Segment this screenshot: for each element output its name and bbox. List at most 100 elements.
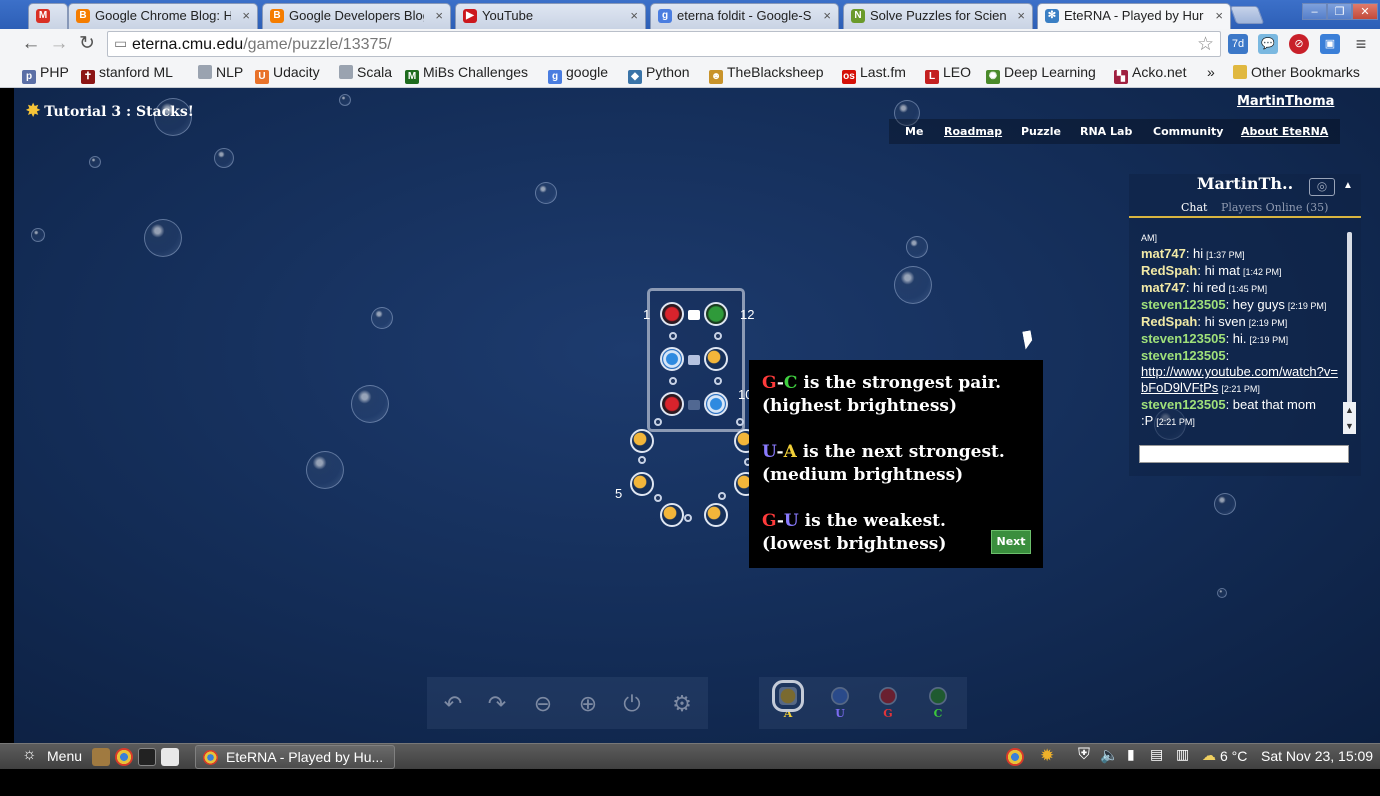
tab-players-online[interactable]: Players Online (35) — [1221, 201, 1328, 214]
menu-icon[interactable]: ≡ — [1351, 34, 1371, 54]
adblock-extension-icon[interactable]: ⊘ — [1289, 34, 1309, 54]
address-bar[interactable]: ▭ eterna.cmu.edu/game/puzzle/13375/ ☆ — [107, 31, 1221, 57]
nav-me[interactable]: Me — [905, 125, 923, 138]
bookmark-leo[interactable]: L LEO — [925, 64, 971, 84]
chat-author[interactable]: steven123505 — [1141, 397, 1226, 412]
chat-author[interactable]: RedSpah — [1141, 263, 1197, 278]
nav-about-eterna[interactable]: About EteRNA — [1241, 125, 1328, 138]
close-tab-icon[interactable]: × — [823, 4, 831, 28]
back-icon[interactable]: ← — [19, 32, 43, 56]
chat-author[interactable]: RedSpah — [1141, 314, 1197, 329]
bookmark-stanford-ml[interactable]: ✝ stanford ML — [81, 64, 173, 84]
bookmark-deep-learning[interactable]: ✺ Deep Learning — [986, 64, 1096, 84]
nucleotide-g-icon[interactable] — [660, 392, 684, 416]
bookmark-php[interactable]: p PHP — [22, 64, 69, 84]
close-window-button[interactable]: ✕ — [1352, 3, 1378, 20]
close-tab-icon[interactable]: × — [242, 4, 250, 28]
terminal-icon[interactable] — [138, 748, 156, 766]
bookmark-mibs-challenges[interactable]: M MiBs Challenges — [405, 64, 528, 84]
other-bookmarks[interactable]: Other Bookmarks — [1233, 64, 1360, 80]
forward-icon[interactable]: → — [47, 32, 71, 56]
zoom-in-icon[interactable]: ⊕ — [573, 689, 603, 719]
bookmark-last-fm[interactable]: os Last.fm — [842, 64, 906, 84]
chrome-tray-icon[interactable] — [1006, 748, 1024, 766]
power-icon[interactable]: ⏻ — [617, 689, 647, 719]
tab-4[interactable]: g eterna foldit - Google-S × — [650, 3, 839, 29]
chat-author[interactable]: steven123505 — [1141, 331, 1226, 346]
palette-g-button[interactable]: G — [873, 683, 903, 727]
undo-icon[interactable]: ↶ — [438, 689, 468, 719]
settings-gear-icon[interactable]: ⚙ — [667, 689, 697, 719]
camera-icon[interactable]: ◎ — [1309, 178, 1335, 196]
tab-0[interactable]: M — [28, 3, 68, 29]
chat-scroll-arrows-icon[interactable]: ▲ ▼ — [1343, 402, 1356, 434]
taskbar-window-button[interactable]: EteRNA - Played by Hu... — [195, 745, 395, 769]
bookmark-theblacksheep[interactable]: ☻ TheBlacksheep — [709, 64, 824, 84]
tab-5[interactable]: N Solve Puzzles for Scienc × — [843, 3, 1033, 29]
nav-puzzle[interactable]: Puzzle — [1021, 125, 1061, 138]
update-sun-icon[interactable]: ✹ — [1040, 746, 1054, 766]
nav-rna-lab[interactable]: RNA Lab — [1080, 125, 1132, 138]
nucleotide-a-icon[interactable] — [660, 503, 684, 527]
close-tab-icon[interactable]: × — [1017, 4, 1025, 28]
reload-icon[interactable]: ↻ — [75, 32, 99, 56]
nucleotide-u-icon[interactable] — [660, 347, 684, 371]
bookmark-udacity[interactable]: U Udacity — [255, 64, 320, 84]
close-tab-icon[interactable]: × — [1215, 4, 1223, 28]
screen-extension-icon[interactable]: ▣ — [1320, 34, 1340, 54]
new-tab-button[interactable] — [1229, 6, 1265, 24]
tab-6[interactable]: ✻ EteRNA - Played by Hur × — [1037, 3, 1231, 29]
nucleotide-c-icon[interactable] — [704, 302, 728, 326]
collapse-chat-icon[interactable]: ▲ — [1343, 180, 1353, 191]
files-icon[interactable] — [92, 748, 110, 766]
nucleotide-g-icon[interactable] — [660, 302, 684, 326]
redo-icon[interactable]: ↷ — [482, 689, 512, 719]
bookmark-acko-net[interactable]: ▚ Acko.net — [1114, 64, 1186, 84]
tab-1[interactable]: B Google Chrome Blog: H × — [68, 3, 258, 29]
chat-author[interactable]: mat747 — [1141, 280, 1186, 295]
username-link[interactable]: MartinThoma — [1237, 94, 1334, 109]
trash-icon[interactable]: ▥ — [1176, 746, 1189, 763]
bookmark-google[interactable]: g google — [548, 64, 608, 84]
nav-community[interactable]: Community — [1153, 125, 1223, 138]
chat-author[interactable]: mat747 — [1141, 246, 1186, 261]
start-menu-button[interactable]: Menu — [47, 748, 82, 764]
shield-icon[interactable]: ⛨ — [1078, 746, 1090, 764]
close-tab-icon[interactable]: × — [435, 4, 443, 28]
network-icon[interactable]: ▮ — [1127, 746, 1135, 763]
tab-chat[interactable]: Chat — [1181, 201, 1207, 214]
nucleotide-a-icon[interactable] — [704, 347, 728, 371]
calendar-extension-icon[interactable]: 7d — [1228, 34, 1248, 54]
chat-extension-icon[interactable]: 💬 — [1258, 34, 1278, 54]
chat-author[interactable]: steven123505 — [1141, 348, 1226, 363]
chrome-launcher-icon[interactable] — [115, 748, 133, 766]
maximize-button[interactable]: ❐ — [1327, 3, 1352, 20]
nav-roadmap[interactable]: Roadmap — [944, 125, 1002, 138]
tab-3[interactable]: ▶ YouTube × — [455, 3, 646, 29]
volume-icon[interactable]: 🔈 — [1100, 746, 1119, 764]
clock[interactable]: Sat Nov 23, 15:09 — [1261, 748, 1373, 764]
bookmark-star-icon[interactable]: ☆ — [1197, 33, 1214, 56]
palette-a-button[interactable]: A — [772, 680, 804, 727]
eterna-game-area[interactable]: ✸ Tutorial 3 : Stacks! MartinThoma Me Roa… — [14, 88, 1380, 743]
zoom-out-icon[interactable]: ⊖ — [528, 689, 558, 719]
palette-u-button[interactable]: U — [825, 683, 855, 727]
chat-author[interactable]: steven123505 — [1141, 297, 1226, 312]
palette-c-button[interactable]: C — [923, 683, 953, 727]
next-button[interactable]: Next — [991, 530, 1031, 554]
chat-input[interactable] — [1139, 445, 1349, 463]
close-tab-icon[interactable]: × — [630, 4, 638, 28]
bookmarks-overflow[interactable]: » — [1207, 64, 1215, 80]
bookmark-scala[interactable]: Scala — [339, 64, 392, 80]
editor-icon[interactable] — [161, 748, 179, 766]
menu-gear-icon[interactable]: ☼ — [22, 746, 37, 764]
weather-temperature[interactable]: 6 °C — [1220, 748, 1247, 764]
nucleotide-u-icon[interactable] — [704, 392, 728, 416]
bookmark-python[interactable]: ◆ Python — [628, 64, 690, 84]
minimize-button[interactable]: – — [1302, 3, 1327, 20]
nucleotide-a-icon[interactable] — [704, 503, 728, 527]
tab-2[interactable]: B Google Developers Blog × — [262, 3, 451, 29]
bookmark-nlp[interactable]: NLP — [198, 64, 243, 80]
nucleotide-a-icon[interactable] — [630, 472, 654, 496]
clipboard-icon[interactable]: ▤ — [1150, 746, 1163, 763]
